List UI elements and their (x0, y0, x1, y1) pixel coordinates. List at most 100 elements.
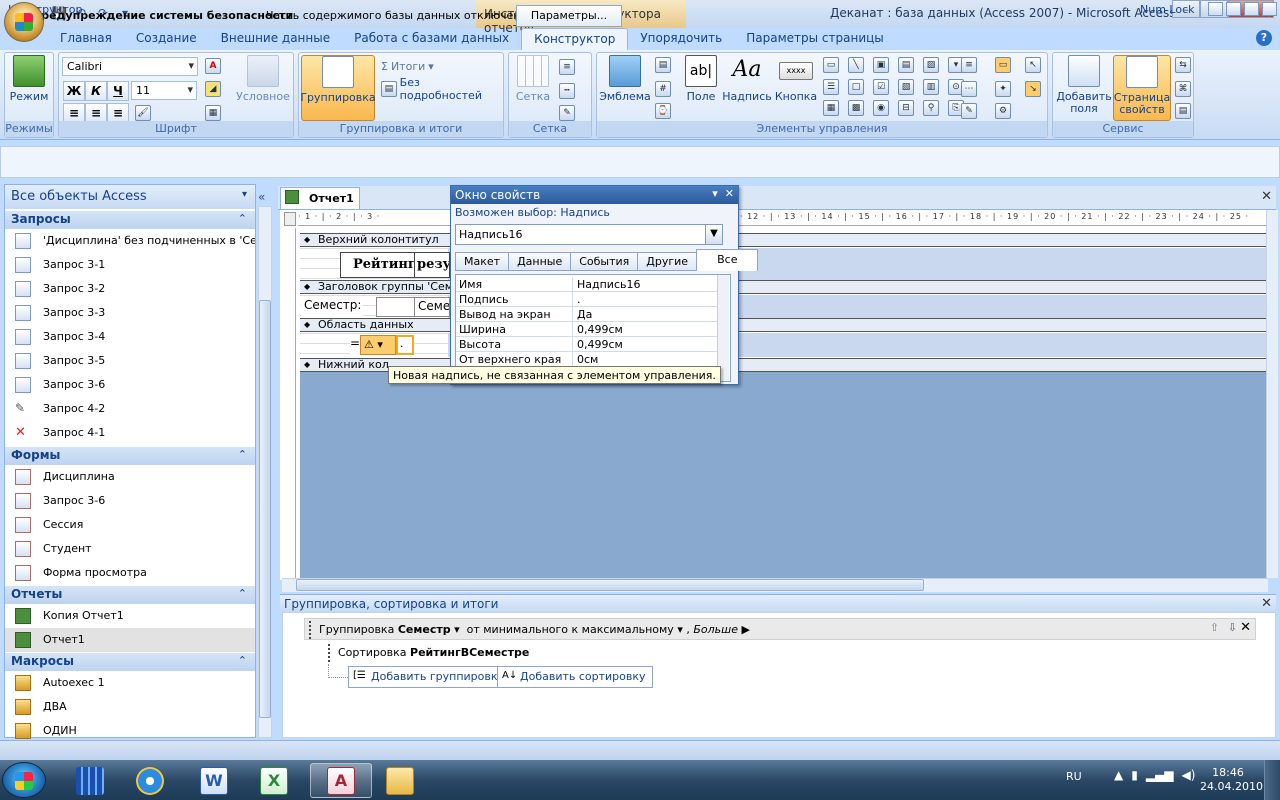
nav-item-form[interactable]: Запрос 3-6 (5, 489, 255, 513)
property-row[interactable]: От верхнего края 0см (456, 352, 718, 367)
tab-data[interactable]: Данные (508, 252, 572, 271)
nav-item-report[interactable]: Отчет1 (5, 628, 255, 652)
tab-arrange[interactable]: Упорядочить (628, 28, 734, 50)
section-group-header[interactable]: Заголовок группы 'Семе (300, 280, 1266, 294)
tab-order-icon[interactable]: ⇆ (1175, 57, 1191, 73)
nav-item-macro[interactable]: ДВА (5, 695, 255, 719)
nav-item-query[interactable]: Запрос 3-1 (5, 253, 255, 277)
hide-details-button[interactable]: ▤ Без подробностей (381, 76, 503, 102)
report-view-icon[interactable] (1208, 2, 1223, 16)
font-color-icon[interactable]: A (205, 58, 221, 74)
smart-tag-warning-icon[interactable]: ⚠ ▾ (360, 335, 396, 355)
fill-color-icon[interactable]: ◢ (205, 81, 221, 97)
button-control-button[interactable]: xxxx Кнопка (773, 55, 819, 119)
design-view-icon[interactable] (1262, 2, 1277, 16)
list-icon[interactable]: ☰ (823, 78, 839, 95)
align-right-icon[interactable]: ≡ (107, 103, 129, 123)
option-group-icon[interactable]: ▩ (848, 100, 864, 117)
sort-field[interactable]: РейтингВСеместре (410, 646, 529, 659)
tab-external-data[interactable]: Внешние данные (209, 28, 342, 50)
taskbar-app-library[interactable] (64, 763, 116, 798)
power-icon[interactable]: ▮ (1131, 768, 1138, 782)
tab-other[interactable]: Другие (637, 252, 698, 271)
gridlines-button[interactable]: Сетка (513, 55, 553, 119)
add-sort-button[interactable]: A↓ Добавить сортировку (497, 666, 653, 688)
conditional-format-button[interactable]: Условное (235, 55, 291, 119)
drag-handle-icon[interactable] (328, 644, 334, 662)
semester-field[interactable]: Семе (414, 297, 450, 317)
layout-view-icon[interactable] (1244, 2, 1259, 16)
line-color-ctrl-icon[interactable]: ✎ (961, 103, 977, 119)
taskbar-app-explorer[interactable] (374, 763, 426, 798)
group-level-row[interactable]: Группировка Семестр ▾ от минимального к … (304, 618, 1256, 640)
tab-database-tools[interactable]: Работа с базами данных (342, 28, 521, 50)
title-label-results[interactable]: резу. (414, 252, 450, 278)
format-painter-icon[interactable]: 🖌 (135, 105, 151, 121)
line-icon[interactable]: ╲ (848, 57, 864, 73)
nav-collapse-icon[interactable]: « (258, 190, 265, 204)
nav-scroll-thumb[interactable] (259, 300, 271, 718)
network-icon[interactable]: ▂▄▆ (1146, 768, 1174, 782)
font-name-combo[interactable]: Calibri (62, 57, 198, 76)
line-thickness-icon[interactable]: ≡ (961, 57, 977, 73)
logo-button[interactable]: Эмблема (599, 55, 651, 119)
add-group-button[interactable]: [☰ Добавить группировку (348, 666, 512, 688)
property-value[interactable]: 0см (577, 352, 598, 366)
property-value[interactable]: Надпись16 (577, 277, 641, 291)
security-options-button[interactable]: Параметры... (516, 5, 622, 27)
property-value[interactable]: . (577, 292, 581, 306)
align-center-icon[interactable]: ≡ (85, 103, 107, 123)
property-row[interactable]: Имя Надпись16 (456, 277, 718, 292)
taskbar-app-excel[interactable]: X (248, 763, 300, 798)
pointer-icon[interactable]: ↖ (1025, 57, 1041, 73)
date-time-icon[interactable]: ⌚ (655, 103, 671, 119)
page-break-icon[interactable]: ⊟ (898, 100, 914, 117)
language-indicator[interactable]: RU (1066, 770, 1082, 783)
italic-button[interactable]: К (85, 81, 107, 101)
detail-band[interactable] (300, 333, 1266, 357)
image-icon[interactable]: ▨ (923, 57, 939, 73)
print-preview-icon[interactable] (1226, 2, 1241, 16)
close-document-icon[interactable]: ✕ (1261, 189, 1272, 204)
collapse-icon[interactable]: ⌃ (238, 212, 247, 225)
start-button[interactable] (2, 762, 46, 798)
nav-item-query[interactable]: ✕ Запрос 4-1 (5, 421, 255, 445)
lock-tool-icon[interactable]: ↘ (1025, 81, 1041, 97)
property-row[interactable]: Вывод на экран Да (456, 307, 718, 322)
bound-frame-icon[interactable]: ▦ (823, 100, 839, 117)
move-down-icon[interactable]: ⇩ (1228, 621, 1237, 634)
property-value[interactable]: Да (577, 307, 592, 321)
section-page-header[interactable]: Верхний колонтитул (300, 233, 1266, 247)
nav-item-query[interactable]: Запрос 3-2 (5, 277, 255, 301)
tab-page-setup[interactable]: Параметры страницы (734, 28, 896, 50)
chevron-down-icon[interactable]: ▼ (705, 225, 722, 244)
chevron-down-icon[interactable]: ▾ (242, 189, 247, 200)
nav-item-query[interactable]: Запрос 3-5 (5, 349, 255, 373)
tab-format[interactable]: Макет (455, 252, 510, 271)
move-up-icon[interactable]: ⇧ (1210, 621, 1219, 634)
tab-design[interactable]: Конструктор (521, 28, 629, 50)
clock[interactable]: 18:46 24.04.2010 (1200, 766, 1263, 794)
taskbar-app-word[interactable]: W (188, 763, 240, 798)
property-sheet-close-icon[interactable]: ▾ ✕ (712, 187, 734, 200)
taskbar-app-access[interactable]: A (310, 763, 372, 798)
ruler-corner[interactable] (284, 212, 296, 226)
collapse-icon[interactable]: ⌃ (238, 654, 247, 667)
nav-section-forms[interactable]: Формы ⌃ (5, 447, 255, 465)
nav-header[interactable]: Все объекты Access ▾ (5, 185, 255, 209)
property-sheet-title[interactable]: Окно свойств ▾ ✕ (451, 186, 738, 204)
subreport-icon[interactable]: ▤ (1175, 103, 1191, 119)
tab-all[interactable]: Все (696, 249, 759, 271)
line-color-icon[interactable]: ✎ (559, 105, 575, 121)
nav-item-form[interactable]: Сессия (5, 513, 255, 537)
grouping-button[interactable]: Группировка (300, 55, 376, 121)
taskbar-app-ie[interactable] (124, 763, 176, 798)
nav-item-form[interactable]: Студент (5, 537, 255, 561)
object-frame-icon[interactable]: ▧ (898, 78, 914, 95)
property-row[interactable]: Подпись. (456, 292, 718, 307)
designer-vscroll[interactable] (1266, 210, 1278, 578)
property-row[interactable]: Высота 0,499см (456, 337, 718, 352)
new-label-control[interactable]: . (396, 335, 414, 355)
section-detail[interactable]: Область данных (300, 318, 1266, 332)
collapse-icon[interactable]: ⌃ (238, 448, 247, 461)
